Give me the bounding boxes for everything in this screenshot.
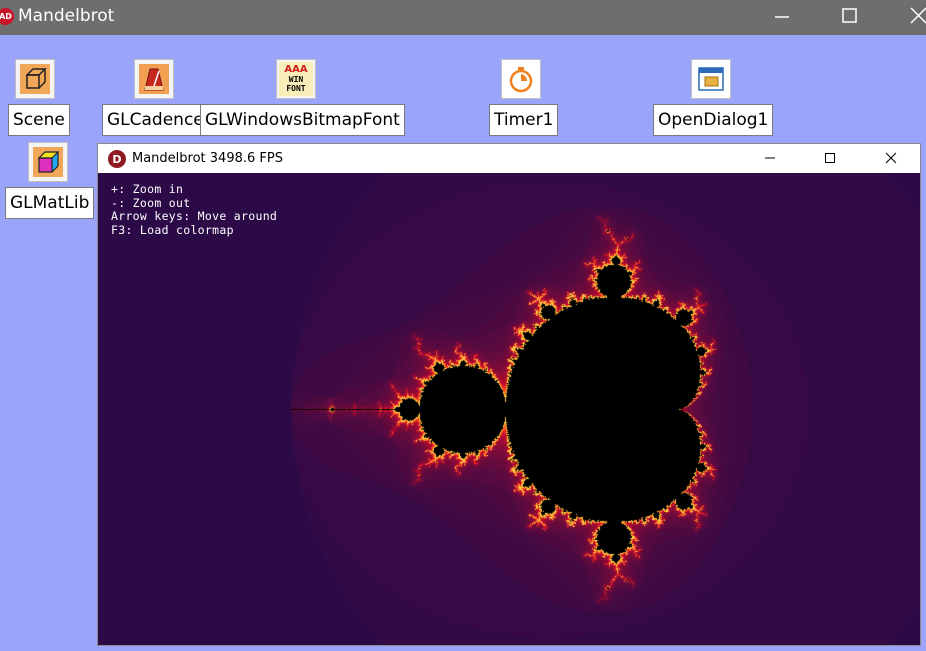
app-icon: AD <box>0 8 14 25</box>
inner-close-button[interactable] <box>870 144 910 173</box>
help-line: +: Zoom in <box>111 182 184 196</box>
material-cube-icon <box>33 147 63 177</box>
matlib-component[interactable] <box>28 142 68 182</box>
svg-text:AAA: AAA <box>284 64 307 75</box>
timer-component[interactable] <box>501 59 541 99</box>
outer-titlebar: AD Mandelbrot <box>0 0 926 35</box>
inner-minimize-button[interactable] <box>750 144 790 173</box>
minimize-icon <box>765 157 775 159</box>
inner-window-title: Mandelbrot 3498.6 FPS <box>132 151 283 166</box>
mandelbrot-viewport[interactable] <box>98 173 920 645</box>
metronome-icon <box>139 64 169 94</box>
timer-label: Timer1 <box>489 104 559 136</box>
maximize-icon <box>842 8 857 23</box>
opendialog-label: OpenDialog1 <box>653 104 774 136</box>
inner-maximize-button[interactable] <box>810 144 850 173</box>
maximize-button[interactable] <box>826 0 872 35</box>
maximize-icon <box>825 153 835 163</box>
help-line: -: Zoom out <box>111 195 191 210</box>
cadencer-label: GLCadencer <box>102 104 216 136</box>
close-icon <box>910 7 926 24</box>
help-line: Arrow keys: Move around <box>111 209 278 223</box>
close-button[interactable] <box>889 0 926 35</box>
folder-dialog-icon <box>698 67 724 91</box>
cube-icon <box>20 64 50 94</box>
cadencer-component[interactable] <box>134 59 174 99</box>
bitmapfont-component[interactable]: AAA WIN FONT <box>276 59 316 99</box>
help-line: F3: Load colormap <box>111 222 234 237</box>
help-text: +: Zoom in -: Zoom out Arrow keys: Move … <box>111 182 278 237</box>
opendialog-component[interactable] <box>691 59 731 99</box>
minimize-button[interactable] <box>759 0 805 35</box>
bitmapfont-label: GLWindowsBitmapFont <box>200 104 405 136</box>
scene-label: Scene <box>8 104 70 136</box>
minimize-icon <box>775 16 789 18</box>
close-icon <box>885 152 897 164</box>
svg-text:FONT: FONT <box>286 84 305 93</box>
matlib-label: GLMatLib <box>5 187 95 219</box>
mandelbrot-window[interactable]: D Mandelbrot 3498.6 FPS +: Zoom in -: Zo… <box>97 143 921 646</box>
font-icon: AAA WIN FONT <box>279 62 313 96</box>
stopwatch-icon <box>509 67 533 93</box>
app-icon: D <box>108 150 126 168</box>
scene-component[interactable] <box>15 59 55 99</box>
svg-text:WIN: WIN <box>289 75 304 84</box>
inner-titlebar: D Mandelbrot 3498.6 FPS <box>98 144 920 173</box>
window-title: Mandelbrot <box>18 6 115 26</box>
